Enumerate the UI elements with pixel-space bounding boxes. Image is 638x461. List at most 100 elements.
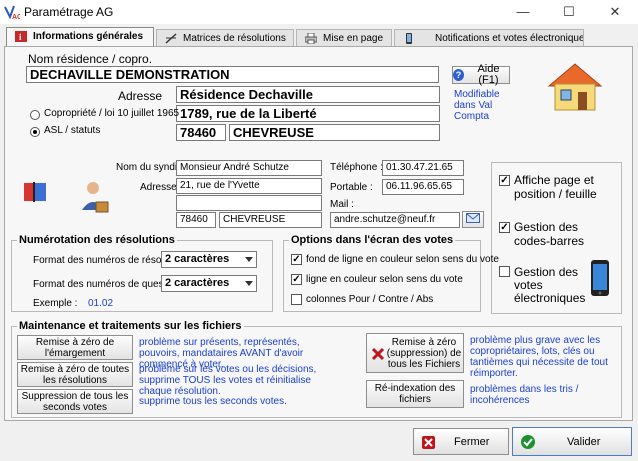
numbering-group-title: Numérotation des résolutions: [17, 234, 177, 246]
tab-notifications[interactable]: Notifications et votes électroniques: [394, 29, 584, 46]
question-format-select[interactable]: 2 caractères: [161, 275, 257, 292]
cancel-icon: [422, 436, 435, 452]
syndic-address-label: Adresse: [140, 182, 177, 193]
smartphone-icon: [589, 260, 611, 296]
reset-all-files-button[interactable]: Remise à zéro (suppression) de tous les …: [366, 333, 464, 373]
syndic-address-line2-field[interactable]: [176, 195, 322, 211]
radio-copropriete-label: Copropriété / loi 10 juillet 1965: [44, 108, 180, 119]
check-mark: ✓: [500, 222, 509, 233]
delete-second-votes-desc: supprime tous les seconds votes.: [139, 396, 287, 407]
mobile-label: Portable :: [330, 182, 373, 193]
option-electronic-votes-label: Gestion des votes électroniques: [514, 265, 586, 305]
title-bar: AG Paramétrage AG — ☐ ✕: [0, 0, 638, 24]
row-background-color-checkbox[interactable]: ✓: [291, 254, 302, 265]
address-label: Adresse: [118, 89, 163, 103]
syndic-name-field[interactable]: Monsieur André Schutze: [176, 160, 322, 176]
residence-name-field[interactable]: DECHAVILLE DEMONSTRATION: [26, 66, 439, 83]
vote-options-title: Options dans l'écran des votes: [289, 234, 456, 246]
reset-resolutions-desc: problème sur les votes ou les décisions,…: [139, 364, 317, 397]
close-window-button[interactable]: ✕: [592, 0, 638, 24]
check-mark: ✓: [292, 274, 301, 285]
phone-icon: [403, 33, 415, 44]
help-button[interactable]: ? Aide (F1): [452, 63, 510, 86]
reset-all-files-label: Remise à zéro (suppression) de tous les …: [386, 336, 462, 370]
email-icon: [466, 213, 480, 226]
syndic-address-line1-field[interactable]: 21, rue de l'Yvette: [176, 178, 322, 194]
postal-code-field[interactable]: 78460: [176, 124, 226, 141]
tab-label: Matrices de résolutions: [183, 33, 286, 44]
row-background-color-label: fond de ligne en couleur selon sens du v…: [306, 254, 499, 265]
house-icon: [545, 60, 605, 112]
address-street-field[interactable]: 1789, rue de la Liberté: [176, 105, 440, 122]
resolution-format-select[interactable]: 2 caractères: [161, 251, 257, 268]
person-icon: [80, 180, 110, 214]
chevron-down-icon: [245, 257, 253, 262]
svg-text:AG: AG: [12, 14, 20, 20]
row-color-label: ligne en couleur selon sens du vote: [306, 274, 463, 285]
reset-all-files-desc: problème plus grave avec les copropriéta…: [470, 335, 608, 379]
tab-informations-generales[interactable]: i Informations générales: [6, 27, 154, 47]
matrix-icon: [165, 33, 177, 44]
phone-label: Téléphone :: [330, 162, 383, 173]
chevron-down-icon: [245, 281, 253, 286]
reindex-files-button[interactable]: Ré-indexation des fichiers: [366, 380, 464, 408]
example-label: Exemple :: [33, 298, 78, 309]
phone-field[interactable]: 01.30.47.21.65: [382, 160, 464, 176]
radio-asl[interactable]: [30, 127, 40, 137]
book-icon: [22, 180, 50, 204]
reset-emargement-label: Remise à zéro de l'émargement: [35, 336, 115, 359]
columns-pour-contre-label: colonnes Pour / Contre / Abs: [306, 294, 434, 305]
row-color-checkbox[interactable]: ✓: [291, 274, 302, 285]
reindex-files-desc: problèmes dans les tris / incohérences: [470, 384, 579, 406]
tab-matrices-de-resolutions[interactable]: Matrices de résolutions: [156, 29, 294, 46]
check-mark: ✓: [292, 254, 301, 265]
tab-mise-en-page[interactable]: Mise en page: [296, 29, 392, 46]
modifiable-note: Modifiable dans Val Compta: [454, 89, 500, 122]
city-field[interactable]: CHEVREUSE: [229, 124, 440, 141]
radio-copropriete[interactable]: [30, 110, 40, 120]
option-barcodes-checkbox[interactable]: ✓: [499, 222, 510, 233]
reset-resolutions-label: Remise à zéro de toutes les résolutions: [20, 363, 130, 386]
validate-button[interactable]: Valider: [512, 427, 632, 456]
resolution-format-value: 2 caractères: [165, 253, 230, 265]
columns-pour-contre-checkbox[interactable]: [291, 294, 302, 305]
help-button-label: Aide (F1): [477, 63, 500, 86]
radio-asl-label: ASL / statuts: [44, 125, 101, 136]
maximize-button[interactable]: ☐: [546, 0, 592, 24]
help-icon: ?: [453, 69, 464, 81]
reset-emargement-button[interactable]: Remise à zéro de l'émargement: [17, 335, 133, 360]
question-format-value: 2 caractères: [165, 277, 230, 289]
option-page-position-checkbox[interactable]: ✓: [499, 175, 510, 186]
mail-label: Mail :: [330, 199, 354, 210]
option-electronic-votes-checkbox[interactable]: [499, 266, 510, 277]
delete-second-votes-label: Suppression de tous les seconds votes: [21, 390, 129, 413]
delete-second-votes-button[interactable]: Suppression de tous les seconds votes: [17, 389, 133, 414]
option-barcodes-label: Gestion des codes-barres: [514, 220, 585, 248]
syndic-city-field[interactable]: CHEVREUSE: [219, 212, 322, 228]
check-mark: ✓: [500, 175, 509, 186]
tab-label: Mise en page: [323, 33, 384, 44]
residence-name-label: Nom résidence / copro.: [28, 52, 153, 66]
window-title: Paramétrage AG: [24, 5, 114, 19]
printer-icon: [304, 32, 318, 45]
syndic-name-label: Nom du syndic: [116, 162, 183, 173]
check-icon: [521, 435, 535, 452]
minimize-button[interactable]: —: [500, 0, 546, 24]
syndic-postal-code-field[interactable]: 78460: [176, 212, 216, 228]
mail-field[interactable]: andre.schutze@neuf.fr: [330, 212, 460, 228]
maintenance-title: Maintenance et traitements sur les fichi…: [17, 320, 244, 332]
reset-resolutions-button[interactable]: Remise à zéro de toutes les résolutions: [17, 362, 133, 387]
option-page-position-label: Affiche page et position / feuille: [514, 173, 597, 201]
example-value: 01.02: [88, 298, 114, 309]
reindex-files-label: Ré-indexation des fichiers: [374, 383, 456, 405]
tab-label: Informations générales: [33, 31, 144, 42]
validate-button-label: Valider: [567, 436, 601, 448]
send-email-button[interactable]: [462, 211, 484, 228]
tab-label: Notifications et votes électroniques: [435, 33, 584, 44]
app-logo-icon: AG: [4, 4, 23, 21]
address-name-field[interactable]: Résidence Dechaville: [176, 86, 440, 103]
delete-icon: [371, 347, 385, 364]
mobile-field[interactable]: 06.11.96.65.65: [382, 179, 464, 195]
close-button-label: Fermer: [454, 436, 490, 448]
close-button[interactable]: Fermer: [413, 428, 509, 455]
